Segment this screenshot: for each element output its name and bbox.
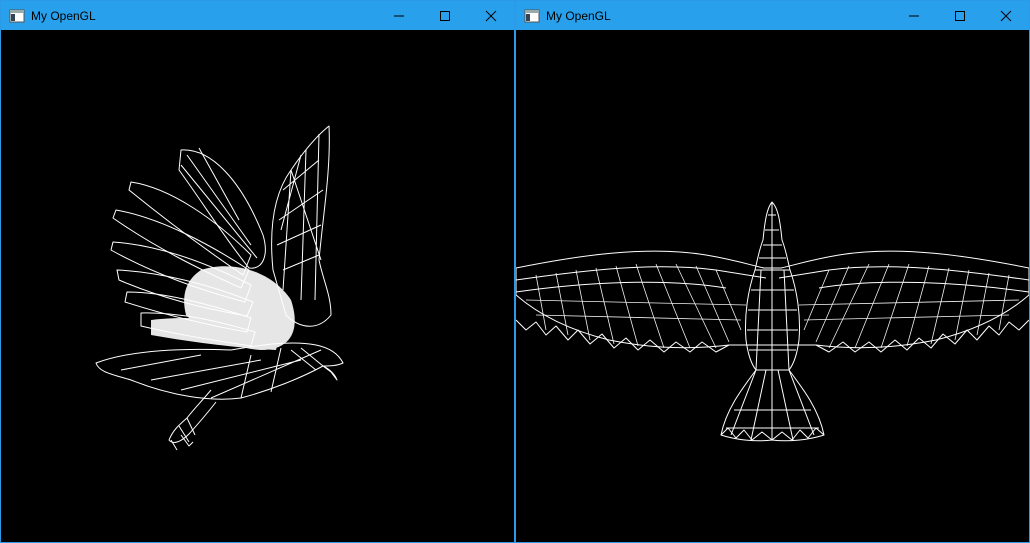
title-bar[interactable]: My OpenGL <box>516 1 1029 30</box>
window-app-icon <box>9 9 25 22</box>
close-button[interactable] <box>983 1 1029 30</box>
window-title: My OpenGL <box>546 8 611 23</box>
title-bar[interactable]: My OpenGL <box>1 1 514 30</box>
close-button[interactable] <box>468 1 514 30</box>
maximize-icon <box>955 10 965 21</box>
minimize-button[interactable] <box>891 1 937 30</box>
eagle-side-wireframe <box>95 125 344 451</box>
gl-viewport[interactable] <box>516 30 1029 542</box>
eagle-top-wireframe <box>516 201 1029 442</box>
window-title: My OpenGL <box>31 8 96 23</box>
minimize-button[interactable] <box>376 1 422 30</box>
gl-viewport[interactable] <box>1 30 514 542</box>
opengl-window-left[interactable]: My OpenGL <box>0 0 515 543</box>
window-app-icon <box>524 9 540 22</box>
maximize-icon <box>440 10 450 21</box>
close-icon <box>1000 10 1012 21</box>
opengl-window-right[interactable]: My OpenGL <box>515 0 1030 543</box>
maximize-button[interactable] <box>422 1 468 30</box>
minimize-icon <box>394 15 404 16</box>
minimize-icon <box>909 15 919 16</box>
maximize-button[interactable] <box>937 1 983 30</box>
close-icon <box>485 10 497 21</box>
